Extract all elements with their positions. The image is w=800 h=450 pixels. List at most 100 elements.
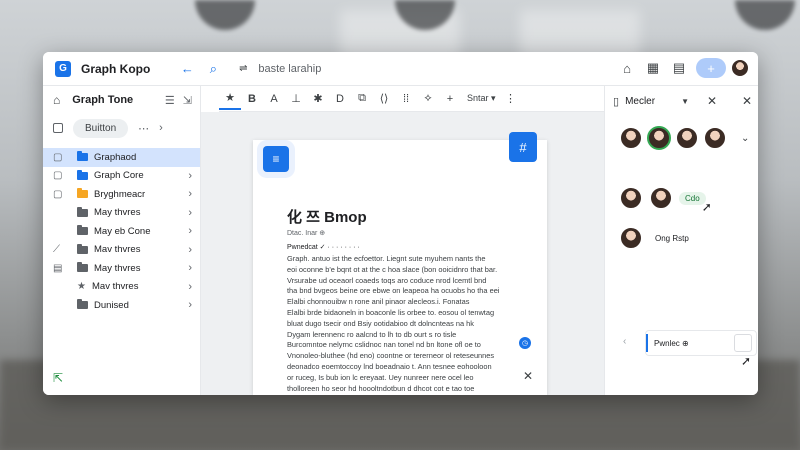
panel-title: Mecler: [625, 95, 656, 107]
checkbox-icon[interactable]: ▢: [53, 170, 65, 181]
hashtag-icon[interactable]: #: [509, 132, 537, 162]
doc-icon: ▢: [53, 151, 63, 163]
sidebar-item-graphaod[interactable]: ▢ Graphaod: [43, 148, 200, 167]
collaborator-chip[interactable]: Ong Rstp: [649, 232, 695, 245]
back-arrow-icon[interactable]: ←: [176, 58, 198, 80]
app-logo-icon: G: [55, 60, 71, 77]
avatar[interactable]: [619, 126, 643, 150]
comment-card[interactable]: Pwnlec ⊕: [645, 330, 757, 356]
sidebar-header: ⌂ Graph Tone ☰ ⇲: [43, 86, 200, 114]
card-accent: [646, 334, 648, 352]
add-button[interactable]: +: [696, 58, 726, 78]
chevron-right-icon[interactable]: ›: [188, 281, 192, 293]
asterisk-button[interactable]: ✱: [307, 88, 329, 110]
user-avatar[interactable]: [730, 58, 750, 78]
chevron-down-icon[interactable]: ⌄: [741, 133, 749, 144]
breadcrumb[interactable]: baste larahip: [258, 63, 321, 75]
search-icon[interactable]: ⌕: [202, 58, 224, 80]
sidebar-item-graph-core[interactable]: ▢ Graph Core ›: [43, 167, 200, 186]
folder-icon: [77, 188, 88, 199]
sidebar-button[interactable]: Buitton: [73, 118, 129, 138]
shape-button[interactable]: ⟡: [417, 88, 439, 110]
chevron-right-icon[interactable]: ›: [188, 244, 192, 256]
sidebar-item-dunised[interactable]: Dunised ›: [43, 296, 200, 315]
avatar[interactable]: [675, 126, 699, 150]
chevron-left-icon[interactable]: ‹: [623, 336, 626, 347]
checkbox-icon[interactable]: ▢: [53, 189, 65, 200]
background-lamp: [735, 0, 795, 30]
collaborator-avatars: ⌄: [619, 126, 749, 150]
chevron-right-icon[interactable]: ›: [188, 170, 192, 182]
cursor-icon: ➚: [741, 354, 752, 368]
document-page[interactable]: ≡ # 化 쯔 Bmop Dtac. Inar ⊕ Pwnedcat ✓ · ·…: [253, 132, 547, 395]
align-button[interactable]: ⊥: [285, 88, 307, 110]
sidebar-item-mav-thvres-2[interactable]: ★ Mav thvres ›: [43, 278, 200, 297]
body-line: Burcomntoe nelyrnc cslidnoc nan tonel nd…: [287, 340, 481, 350]
avatar[interactable]: [619, 186, 643, 210]
sidebar-item-label: Graph Core: [94, 170, 144, 182]
sidebar-item-may-thvres[interactable]: May thvres ›: [43, 204, 200, 223]
bold-button[interactable]: B: [241, 88, 263, 110]
home-icon[interactable]: ⌂: [53, 93, 60, 107]
filter-icon[interactable]: ⇌: [232, 58, 254, 80]
chevron-right-icon[interactable]: ›: [188, 188, 192, 200]
notes-icon[interactable]: ▤: [668, 57, 690, 79]
image-button[interactable]: ⧉: [351, 88, 373, 110]
folder-icon: [77, 225, 88, 236]
document-body[interactable]: Graph. antuo ist the ecfoettor. Liegnt s…: [287, 254, 517, 394]
sidebar-item-bryghmeacr[interactable]: ▢ Bryghmeacr ›: [43, 185, 200, 204]
avatar[interactable]: [619, 226, 643, 250]
select-all-checkbox[interactable]: [53, 123, 63, 133]
chevron-right-icon[interactable]: ›: [188, 225, 192, 237]
add-button[interactable]: +: [439, 88, 461, 110]
code-button[interactable]: ⟨⟩: [373, 88, 395, 110]
d-button[interactable]: D: [329, 88, 351, 110]
body-line: eoi oconne b'e bqnt ot at the c hoa slac…: [287, 264, 498, 274]
sidebar-item-label: May thvres: [94, 207, 141, 219]
star-tool-button[interactable]: ★: [219, 88, 241, 110]
body-line: or ruceg, Is bub ion lc ereyaat. Uey nun…: [287, 372, 474, 382]
style-select[interactable]: Sntar ▾: [467, 93, 496, 104]
collaborator-row: Cdo ➚: [619, 182, 712, 214]
menu-icon[interactable]: ☰: [165, 94, 175, 107]
sidebar-item-mav-thvres[interactable]: ⟋ Mav thvres ›: [43, 241, 200, 260]
export-icon[interactable]: ⇱: [53, 371, 63, 385]
folder-icon: [77, 169, 88, 180]
app-title: Graph Kopo: [81, 61, 151, 76]
text-color-button[interactable]: A: [263, 88, 285, 110]
chevron-right-icon[interactable]: ›: [188, 262, 192, 274]
avatar[interactable]: [703, 126, 727, 150]
card-checkbox[interactable]: [734, 334, 752, 352]
folder-icon: [77, 206, 88, 217]
close-panel-icon[interactable]: ✕: [742, 94, 752, 108]
body-line: deonadco eoemtoccoy lnd boeadnaio t. Ann…: [287, 361, 492, 371]
folder-icon: [77, 299, 88, 310]
sidebar-controls: Buitton ⋯ ›: [43, 114, 200, 142]
close-icon[interactable]: ✕: [707, 94, 717, 108]
star-icon: ★: [77, 280, 86, 292]
chevron-right-icon[interactable]: ›: [188, 299, 192, 311]
columns-button[interactable]: ⁞⁞: [395, 88, 417, 110]
folder-icon: [77, 151, 88, 162]
chevron-right-icon[interactable]: ›: [159, 122, 163, 134]
close-icon[interactable]: ✕: [523, 369, 533, 383]
more-vertical-icon[interactable]: ⋮: [500, 88, 522, 110]
body-line: Graph. antuo ist the ecfoettor. Liegnt s…: [287, 254, 486, 263]
document-title[interactable]: 化 쯔 Bmop: [287, 206, 367, 227]
panel-header: ▯ Mecler ▼ ✕: [605, 86, 758, 116]
apps-grid-icon[interactable]: ▦: [642, 57, 664, 79]
sidebar-item-may-thvres-2[interactable]: ▤ May thvres ›: [43, 259, 200, 278]
sidebar-item-label: May thvres: [94, 262, 141, 274]
chevron-down-icon[interactable]: ▼: [681, 97, 689, 106]
chevron-right-icon[interactable]: ›: [188, 207, 192, 219]
pin-icon: ⟋: [53, 244, 60, 256]
more-icon[interactable]: ⋯: [138, 122, 149, 135]
folder-icon: [77, 243, 88, 254]
card-label: Pwnlec ⊕: [654, 339, 689, 348]
avatar[interactable]: [647, 126, 671, 150]
avatar[interactable]: [649, 186, 673, 210]
history-icon[interactable]: ◷: [519, 337, 531, 349]
collapse-icon[interactable]: ⇲: [183, 94, 192, 107]
home-icon[interactable]: ⌂: [616, 57, 638, 79]
sidebar-item-may-eb-cone[interactable]: May eb Cone ›: [43, 222, 200, 241]
